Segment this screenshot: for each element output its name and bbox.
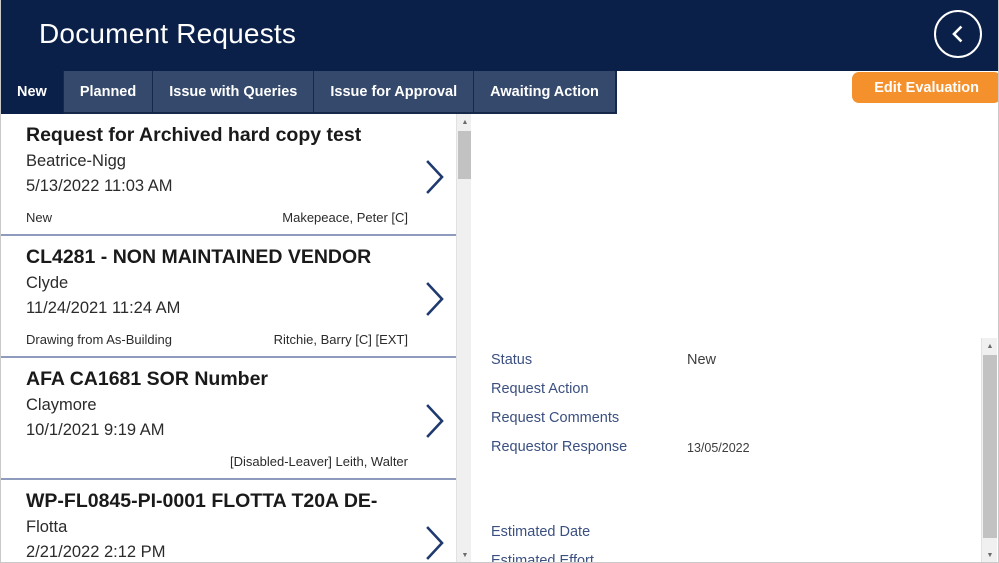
- list-item-title: CL4281 - NON MAINTAINED VENDOR: [26, 246, 372, 268]
- tab-issue-for-approval[interactable]: Issue for Approval: [314, 71, 475, 114]
- detail-field-request-action: Request Action: [491, 381, 981, 410]
- tab-label: Awaiting Action: [490, 83, 599, 100]
- request-list: Request for Archived hard copy test Beat…: [1, 114, 456, 562]
- list-item-title: Request for Archived hard copy test: [26, 124, 362, 146]
- list-item[interactable]: Request for Archived hard copy test Beat…: [1, 114, 456, 236]
- detail-pane-scrollbar[interactable]: ▲ ▼: [981, 338, 998, 562]
- page-header: Document Requests: [1, 0, 998, 71]
- chevron-right-icon[interactable]: [422, 524, 448, 562]
- tab-label: Issue with Queries: [169, 83, 298, 100]
- back-button[interactable]: [934, 10, 982, 58]
- field-gap: [491, 496, 981, 524]
- list-item-subtitle: Beatrice-Nigg: [26, 152, 126, 170]
- tab-issue-with-queries[interactable]: Issue with Queries: [153, 71, 315, 114]
- app-window: Document Requests New Planned Issue with…: [0, 0, 999, 563]
- scrollbar-thumb[interactable]: [983, 355, 997, 538]
- detail-field-requestor-response: Requestor Response 13/05/2022: [491, 439, 981, 468]
- detail-field-estimated-date: Estimated Date: [491, 524, 981, 553]
- detail-field-list: Status New Request Action Request Commen…: [491, 352, 981, 563]
- request-list-pane: Request for Archived hard copy test Beat…: [1, 114, 471, 562]
- tab-bar: New Planned Issue with Queries Issue for…: [1, 71, 617, 114]
- detail-field-status: Status New: [491, 352, 981, 381]
- edit-evaluation-button[interactable]: Edit Evaluation: [852, 72, 998, 103]
- scroll-up-arrow-icon[interactable]: ▲: [982, 338, 998, 354]
- chevron-right-icon[interactable]: [422, 280, 448, 323]
- list-item-requestor: Ritchie, Barry [C] [EXT]: [273, 332, 408, 347]
- list-item-requestor: Makepeace, Peter [C]: [282, 210, 408, 225]
- list-item-requestor: [Disabled-Leaver] Leith, Walter: [230, 454, 408, 469]
- list-item-date: 2/21/2022 2:12 PM: [26, 543, 166, 561]
- tab-label: Planned: [79, 83, 137, 100]
- field-value: 13/05/2022: [687, 441, 750, 455]
- field-label: Status: [491, 352, 533, 368]
- scrollbar-thumb[interactable]: [458, 131, 472, 179]
- list-item-date: 10/1/2021 9:19 AM: [26, 421, 165, 439]
- page-title: Document Requests: [39, 18, 297, 49]
- list-item-subtitle: Clyde: [26, 274, 69, 292]
- field-label: Requestor Response: [491, 439, 628, 455]
- tab-awaiting-action[interactable]: Awaiting Action: [474, 71, 617, 114]
- tab-planned[interactable]: Planned: [63, 71, 154, 114]
- field-gap: [491, 468, 981, 496]
- list-item-date: 5/13/2022 11:03 AM: [26, 177, 173, 195]
- request-list-scrollbar[interactable]: ▲ ▼: [456, 114, 472, 562]
- chevron-left-circle-icon: [948, 24, 968, 44]
- scroll-down-arrow-icon[interactable]: ▼: [982, 547, 998, 562]
- tab-new[interactable]: New: [1, 71, 64, 114]
- detail-field-estimated-effort: Estimated Effort: [491, 553, 981, 563]
- chevron-right-icon[interactable]: [422, 158, 448, 201]
- chevron-right-icon[interactable]: [422, 402, 448, 445]
- detail-field-request-comments: Request Comments: [491, 410, 981, 439]
- field-label: Request Comments: [491, 410, 620, 426]
- field-value: New: [687, 352, 717, 368]
- field-label: Request Action: [491, 381, 589, 397]
- list-item-status: New: [26, 210, 53, 225]
- field-label: Estimated Date: [491, 524, 591, 540]
- list-item[interactable]: AFA CA1681 SOR Number Claymore 10/1/2021…: [1, 358, 456, 480]
- list-item-subtitle: Flotta: [26, 518, 68, 536]
- tab-label: New: [17, 83, 47, 100]
- list-item-status: Drawing from As-Building: [26, 332, 172, 347]
- list-item-title: WP-FL0845-PI-0001 FLOTTA T20A DE-: [26, 490, 378, 512]
- list-item[interactable]: CL4281 - NON MAINTAINED VENDOR Clyde 11/…: [1, 236, 456, 358]
- detail-pane: Status New Request Action Request Commen…: [471, 114, 998, 563]
- list-item-date: 11/24/2021 11:24 AM: [26, 299, 181, 317]
- field-label: Estimated Effort: [491, 553, 594, 563]
- list-item-title: AFA CA1681 SOR Number: [26, 368, 269, 390]
- list-item-subtitle: Claymore: [26, 396, 97, 414]
- tab-label: Issue for Approval: [330, 83, 458, 100]
- list-item[interactable]: WP-FL0845-PI-0001 FLOTTA T20A DE- Flotta…: [1, 480, 456, 562]
